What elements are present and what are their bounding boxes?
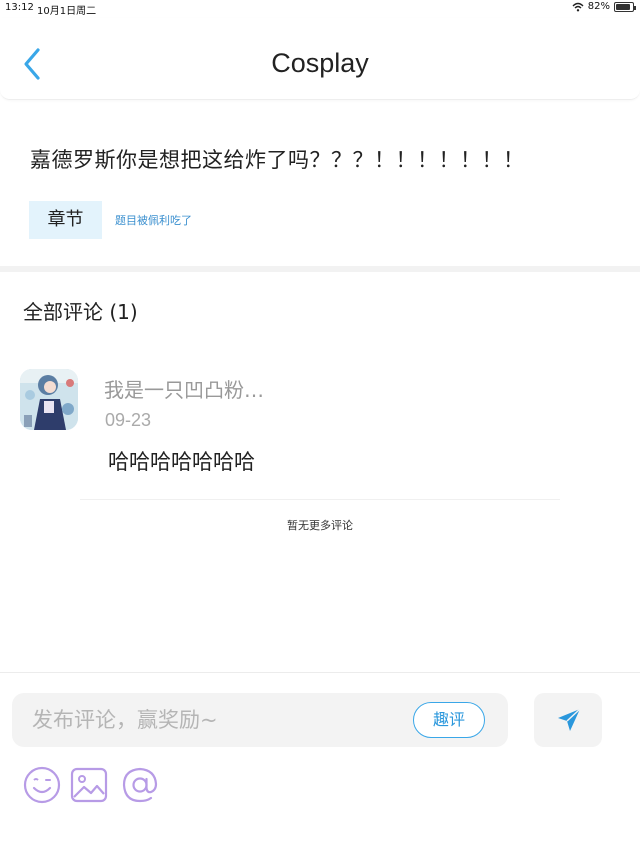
chapter-button[interactable]: 章节 <box>29 201 102 239</box>
chapter-description[interactable]: 题目被佩利吃了 <box>115 212 192 228</box>
status-time: 13:12 <box>5 2 34 13</box>
comment-input-wrap: 趣评 <box>12 693 508 747</box>
comment-input[interactable] <box>32 693 402 747</box>
battery-percent: 82% <box>587 1 610 12</box>
comment-text: 哈哈哈哈哈哈哈 <box>108 450 255 474</box>
wifi-icon <box>572 2 584 11</box>
battery-icon <box>614 1 636 12</box>
send-button[interactable] <box>534 693 602 747</box>
page-title: Cosplay <box>271 48 369 78</box>
at-icon[interactable] <box>120 765 160 805</box>
avatar[interactable] <box>20 369 78 430</box>
send-icon <box>558 708 581 731</box>
post-text: 嘉德罗斯你是想把这给炸了吗？？？！！！！！！！ <box>30 148 525 172</box>
image-icon[interactable] <box>69 765 109 805</box>
header: Cosplay <box>0 18 640 100</box>
comment-username[interactable]: 我是一只凹凸粉… <box>104 374 264 403</box>
comment-date: 09-23 <box>105 410 152 430</box>
status-right: 82% <box>572 1 636 12</box>
status-bar: 13:12 10月1日周二 82% <box>0 0 640 17</box>
no-more-comments: 暂无更多评论 <box>287 519 353 532</box>
quping-button[interactable]: 趣评 <box>413 702 485 738</box>
status-date: 10月1日周二 <box>37 6 97 17</box>
comment-divider <box>80 499 560 500</box>
comment-composer: 趣评 <box>0 672 640 853</box>
comments-heading: 全部评论 (1) <box>23 300 138 324</box>
emoji-icon[interactable] <box>22 765 62 805</box>
section-divider <box>0 266 640 272</box>
